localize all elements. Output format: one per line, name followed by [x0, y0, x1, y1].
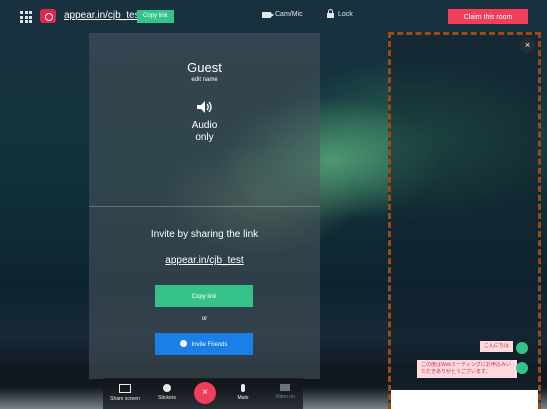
invite-heading: Invite by sharing the link [150, 229, 259, 240]
smiley-icon [163, 384, 171, 392]
user-avatar [516, 342, 528, 354]
share-screen-label: Share screen [110, 396, 140, 402]
claim-room-button[interactable]: Claim this room [448, 9, 528, 24]
messenger-icon [180, 339, 188, 347]
cam-mic-label: Cam/Mic [275, 11, 303, 18]
panel-divider [89, 206, 320, 207]
cam-mic-button[interactable]: Cam/Mic [262, 11, 303, 18]
microphone-icon [241, 384, 245, 392]
or-separator: or [201, 316, 208, 322]
chat-sidebar: × こんにちは この度はWebミーティングにお申込みいただきありがとうございます… [388, 32, 541, 409]
call-toolbar: Share screen Stickers × Mute Video on [103, 378, 303, 409]
self-video-panel: Guest edit name Audio only Invite by sha… [89, 33, 320, 379]
display-name: Guest [187, 60, 222, 75]
mute-label: Mute [237, 395, 249, 401]
video-on-label: Video on [275, 394, 295, 400]
user-avatar [516, 362, 528, 374]
mute-button[interactable]: Mute [225, 384, 261, 401]
invite-friends-button[interactable]: Invite Friends [155, 333, 253, 355]
apps-grid-icon[interactable] [20, 11, 32, 23]
stickers-button[interactable]: Stickers [149, 384, 185, 401]
leave-call-button[interactable]: × [194, 382, 216, 404]
top-bar: appear.in/cjb_test Copy link Cam/Mic Loc… [0, 0, 547, 34]
lock-icon [327, 9, 334, 18]
chat-message-input[interactable] [391, 390, 538, 409]
share-screen-button[interactable]: Share screen [107, 384, 143, 402]
video-camera-icon [280, 384, 290, 391]
video-on-button[interactable]: Video on [267, 384, 303, 400]
audio-only-status: Audio only [191, 120, 218, 143]
invite-room-link[interactable]: appear.in/cjb_test [89, 255, 320, 266]
copy-link-top-button[interactable]: Copy link [137, 10, 174, 23]
lock-room-button[interactable]: Lock [327, 9, 353, 18]
monitor-icon [119, 384, 131, 393]
appear-in-logo-icon[interactable] [40, 9, 56, 23]
chat-message: この度はWebミーティングにお申込みいただきありがとうございます。 [417, 360, 517, 378]
lock-label: Lock [338, 10, 353, 18]
stickers-label: Stickers [158, 395, 176, 401]
invite-friends-label: Invite Friends [191, 342, 228, 348]
close-chat-button[interactable]: × [520, 38, 535, 53]
copy-link-button[interactable]: Copy link [155, 285, 253, 307]
self-info-section: Guest edit name Audio only [89, 33, 320, 206]
speaker-icon [197, 101, 212, 113]
chat-message: こんにちは [480, 341, 514, 352]
room-url-link[interactable]: appear.in/cjb_test [64, 10, 142, 21]
camera-icon [262, 11, 274, 18]
edit-name-link[interactable]: edit name [89, 77, 320, 83]
